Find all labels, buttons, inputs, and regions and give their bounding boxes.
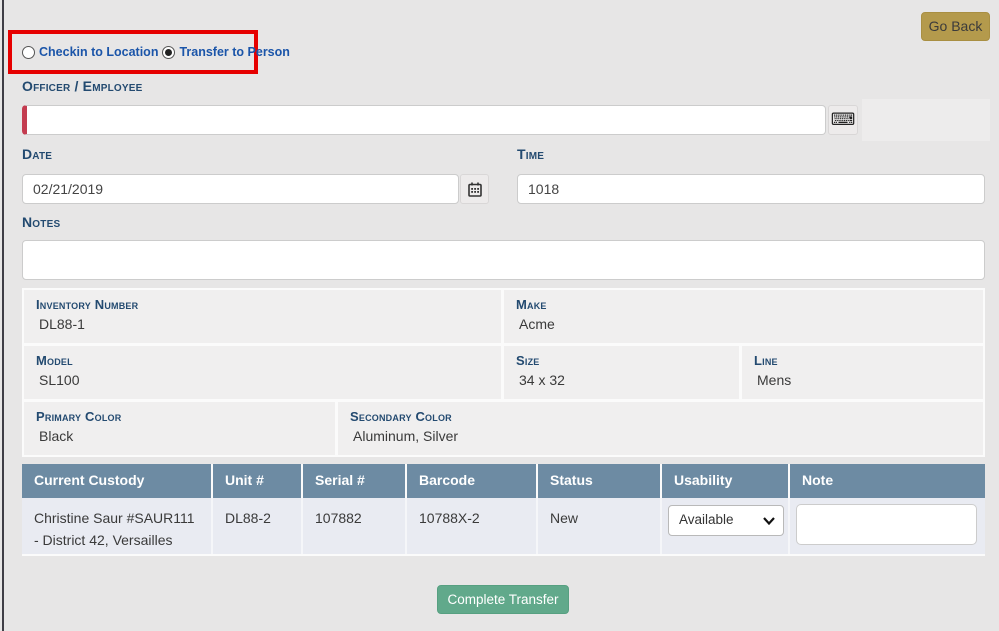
barcode-cell: 10788X-2 [407,498,538,554]
secondary-color-label: Secondary Color [350,409,983,424]
window-left-border [2,0,4,631]
note-cell [790,498,985,554]
header-note: Note [790,464,985,498]
unit-cell: DL88-2 [213,498,303,554]
make-value: Acme [516,312,983,332]
inventory-number-cell: Inventory Number DL88-1 [24,290,501,343]
header-unit: Unit # [213,464,303,498]
time-input[interactable] [517,174,985,204]
notes-label: Notes [22,214,60,230]
custody-table-header: Current Custody Unit # Serial # Barcode … [22,464,985,498]
table-row: Christine Saur #SAUR111 - District 42, V… [22,498,985,556]
line-label: Line [754,353,983,368]
side-panel [862,99,990,141]
usability-selected-value: Available [679,510,734,531]
inventory-number-label: Inventory Number [36,297,501,312]
current-custody-cell: Christine Saur #SAUR111 - District 42, V… [22,498,213,554]
time-label: Time [517,146,544,162]
status-cell: New [538,498,662,554]
notes-textarea[interactable] [22,240,985,280]
calendar-button[interactable] [460,174,489,204]
go-back-button[interactable]: Go Back [921,12,990,41]
item-details-grid: Inventory Number DL88-1 Make Acme Model … [22,288,985,457]
inventory-number-value: DL88-1 [36,312,501,332]
model-label: Model [36,353,501,368]
header-usability: Usability [662,464,790,498]
note-input[interactable] [796,504,977,545]
usability-select[interactable]: Available [668,505,784,536]
secondary-color-cell: Secondary Color Aluminum, Silver [338,402,983,455]
chevron-down-icon [763,517,775,525]
make-cell: Make Acme [504,290,983,343]
primary-color-cell: Primary Color Black [24,402,335,455]
size-label: Size [516,353,739,368]
date-label: Date [22,146,52,162]
keyboard-icon: ⌨ [831,112,856,129]
radio-label: Transfer to Person [179,45,289,59]
radio-transfer-to-person[interactable]: Transfer to Person [162,45,289,59]
size-cell: Size 34 x 32 [504,346,739,399]
calendar-icon [468,182,482,197]
model-value: SL100 [36,368,501,388]
serial-cell: 107882 [303,498,407,554]
radio-icon[interactable] [162,46,175,59]
model-cell: Model SL100 [24,346,501,399]
primary-color-label: Primary Color [36,409,335,424]
radio-label: Checkin to Location [39,45,158,59]
transfer-type-group: Checkin to Location Transfer to Person [8,30,258,74]
radio-checkin-to-location[interactable]: Checkin to Location [22,45,158,59]
size-value: 34 x 32 [516,368,739,388]
radio-icon[interactable] [22,46,35,59]
make-label: Make [516,297,983,312]
officer-employee-label: Officer / Employee [22,78,143,94]
primary-color-value: Black [36,424,335,444]
keyboard-button[interactable]: ⌨ [828,105,858,135]
date-input[interactable] [22,174,459,204]
header-status: Status [538,464,662,498]
secondary-color-value: Aluminum, Silver [350,424,983,444]
complete-transfer-button[interactable]: Complete Transfer [437,585,569,614]
header-serial: Serial # [303,464,407,498]
usability-cell: Available [662,498,790,554]
custody-table: Current Custody Unit # Serial # Barcode … [22,464,985,556]
line-cell: Line Mens [742,346,983,399]
header-current-custody: Current Custody [22,464,213,498]
officer-employee-input[interactable] [22,105,826,135]
line-value: Mens [754,368,983,388]
header-barcode: Barcode [407,464,538,498]
